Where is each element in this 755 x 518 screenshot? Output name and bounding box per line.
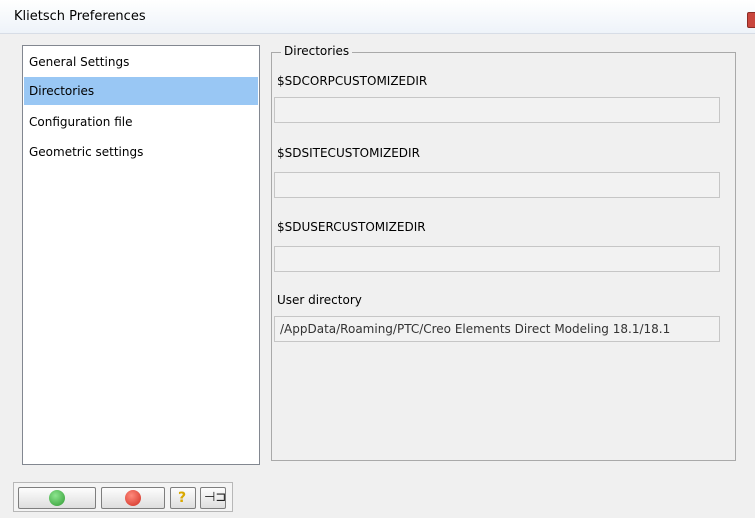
user-customize-dir-label: $SDUSERCUSTOMIZEDIR [277, 220, 426, 234]
ok-button[interactable] [18, 487, 96, 509]
corp-customize-dir-input[interactable] [274, 97, 720, 123]
cancel-button[interactable] [101, 487, 165, 509]
nav-item-geometric-settings[interactable]: Geometric settings [24, 138, 258, 166]
user-directory-label: User directory [277, 293, 362, 307]
directories-group-title: Directories [281, 44, 353, 58]
title-bar: Klietsch Preferences [0, 0, 755, 34]
nav-item-general-settings[interactable]: General Settings [24, 48, 258, 76]
corp-customize-dir-label: $SDCORPCUSTOMIZEDIR [277, 74, 428, 88]
user-customize-dir-input[interactable] [274, 246, 720, 272]
site-customize-dir-label: $SDSITECUSTOMIZEDIR [277, 146, 420, 160]
user-directory-input[interactable]: /AppData/Roaming/PTC/Creo Elements Direc… [274, 316, 720, 342]
help-button[interactable]: ? [170, 487, 196, 509]
checkmark-icon [49, 490, 65, 506]
nav-item-configuration-file[interactable]: Configuration file [24, 108, 258, 136]
pin-icon: ⊣⊐ [204, 490, 227, 505]
cancel-x-icon [125, 490, 141, 506]
preferences-nav-list[interactable]: General Settings Directories Configurati… [22, 45, 260, 465]
question-icon: ? [177, 490, 187, 506]
nav-item-directories[interactable]: Directories [24, 77, 258, 105]
close-button[interactable] [747, 12, 755, 28]
window-title: Klietsch Preferences [14, 9, 146, 24]
dialog-button-bar: ? ⊣⊐ [13, 482, 233, 512]
site-customize-dir-input[interactable] [274, 172, 720, 198]
pin-button[interactable]: ⊣⊐ [200, 487, 226, 509]
